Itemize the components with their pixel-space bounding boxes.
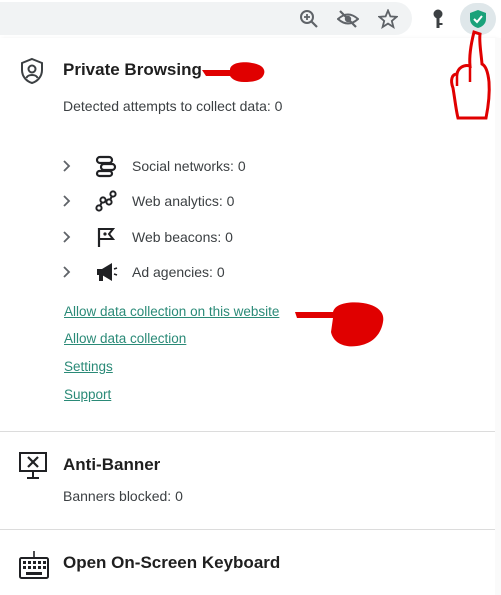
allow-data-collection-link[interactable]: Allow data collection (64, 331, 186, 346)
annotation-pointer-hand-icon (202, 62, 265, 82)
keyboard-icon (18, 550, 50, 579)
chevron-right-icon[interactable] (60, 265, 74, 279)
category-row-ad-agencies[interactable]: Ad agencies: 0 (60, 260, 360, 284)
zoom-icon[interactable] (297, 7, 321, 31)
settings-link[interactable]: Settings (64, 359, 113, 374)
web-analytics-icon (95, 190, 117, 212)
section-divider (0, 431, 495, 432)
banners-blocked-text: Banners blocked: 0 (63, 488, 183, 504)
category-row-social-networks[interactable]: Social networks: 0 (60, 154, 360, 178)
support-link[interactable]: Support (64, 387, 111, 402)
private-browsing-icon (18, 57, 46, 85)
section-divider (0, 529, 495, 530)
chevron-right-icon[interactable] (60, 194, 74, 208)
category-label: Social networks: 0 (132, 158, 246, 174)
annotation-pointer-hand-icon (295, 302, 384, 347)
chevron-right-icon[interactable] (60, 230, 74, 244)
social-networks-icon (95, 155, 117, 178)
browser-toolbar (0, 0, 501, 39)
on-screen-keyboard-title[interactable]: Open On-Screen Keyboard (63, 553, 280, 573)
annotation-pointer-hand-icon (450, 30, 491, 120)
eye-off-icon[interactable] (336, 7, 360, 31)
ad-agencies-icon (97, 263, 118, 281)
category-row-web-analytics[interactable]: Web analytics: 0 (60, 189, 360, 213)
anti-banner-icon (18, 451, 47, 479)
category-row-web-beacons[interactable]: Web beacons: 0 (60, 225, 360, 249)
allow-data-collection-on-site-link[interactable]: Allow data collection on this website (64, 304, 279, 319)
category-label: Web analytics: 0 (132, 193, 235, 209)
category-label: Web beacons: 0 (132, 229, 233, 245)
scrollbar[interactable] (495, 38, 501, 595)
web-beacons-icon (97, 228, 116, 247)
kaspersky-shield-icon[interactable] (466, 7, 490, 31)
private-browsing-title[interactable]: Private Browsing (63, 60, 202, 80)
star-icon[interactable] (376, 7, 400, 31)
detected-attempts-text: Detected attempts to collect data: 0 (63, 98, 283, 114)
key-icon[interactable] (426, 7, 450, 31)
category-label: Ad agencies: 0 (132, 264, 225, 280)
chevron-right-icon[interactable] (60, 159, 74, 173)
anti-banner-title[interactable]: Anti-Banner (63, 455, 160, 475)
